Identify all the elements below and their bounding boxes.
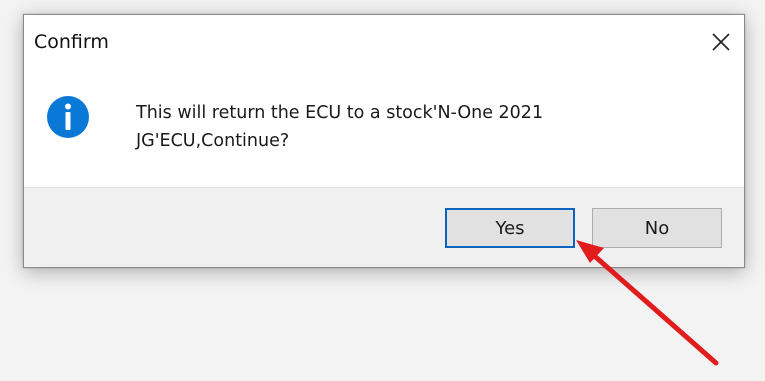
dialog-title: Confirm xyxy=(34,31,109,53)
confirm-dialog: Confirm This will return the ECU to a st… xyxy=(23,14,745,268)
yes-button[interactable]: Yes xyxy=(445,208,575,248)
info-icon xyxy=(47,96,89,138)
message-line: JG'ECU,Continue? xyxy=(136,131,290,151)
close-icon xyxy=(712,33,730,51)
no-button[interactable]: No xyxy=(592,208,722,248)
dialog-button-bar: Yes No xyxy=(24,187,744,267)
dialog-message: This will return the ECU to a stock'N-On… xyxy=(136,99,636,155)
close-button[interactable] xyxy=(698,15,744,69)
message-line: This will return the ECU to a stock'N-On… xyxy=(136,103,544,123)
dialog-titlebar: Confirm xyxy=(24,15,744,69)
dialog-content: This will return the ECU to a stock'N-On… xyxy=(24,69,744,187)
